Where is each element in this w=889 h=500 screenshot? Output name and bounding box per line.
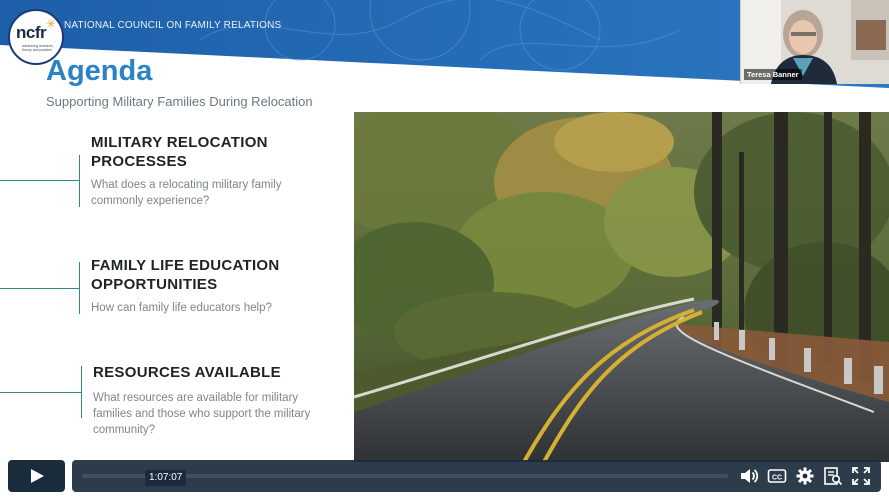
- connector-line: [81, 366, 82, 418]
- transcript-icon[interactable]: [823, 466, 843, 486]
- volume-icon[interactable]: [739, 466, 759, 486]
- logo-tagline: advancing research, theory and practice: [22, 44, 54, 52]
- item-title: RESOURCES AVAILABLE: [93, 364, 281, 381]
- item-description: What does a relocating military family c…: [91, 179, 282, 207]
- video-frame[interactable]: NATIONAL COUNCIL ON FAMILY RELATIONS ncf…: [0, 0, 889, 500]
- presenter-webcam: Teresa Banner: [740, 0, 889, 84]
- connector-line: [0, 392, 81, 393]
- settings-icon[interactable]: [795, 466, 815, 486]
- slide-title: Agenda: [46, 55, 153, 87]
- item-title: FAMILY LIFE EDUCATION OPPORTUNITIES: [91, 257, 280, 293]
- logo-wordmark: ncfr: [16, 23, 47, 42]
- item-description: What resources are available for militar…: [93, 392, 311, 436]
- connector-line: [0, 288, 79, 289]
- item-description: How can family life educators help?: [91, 302, 272, 314]
- banner-title: NATIONAL COUNCIL ON FAMILY RELATIONS: [64, 20, 282, 31]
- progress-slider[interactable]: 1:07:07: [82, 470, 728, 486]
- starburst-icon: ✳: [46, 17, 57, 31]
- forest-road-photo: [354, 112, 889, 462]
- connector-line: [79, 262, 80, 314]
- captions-icon[interactable]: CC: [767, 466, 787, 486]
- time-tooltip: 1:07:07: [145, 470, 187, 486]
- svg-text:CC: CC: [772, 475, 782, 482]
- fullscreen-icon[interactable]: [851, 466, 871, 486]
- play-icon: [31, 469, 44, 483]
- play-button[interactable]: [8, 460, 65, 492]
- connector-line: [79, 155, 80, 207]
- player-controls: 1:07:07 CC: [0, 452, 889, 500]
- participant-name: Teresa Banner: [744, 69, 802, 80]
- item-title: MILITARY RELOCATION PROCESSES: [91, 134, 268, 170]
- slide-subtitle: Supporting Military Families During Relo…: [46, 94, 313, 109]
- connector-line: [0, 180, 79, 181]
